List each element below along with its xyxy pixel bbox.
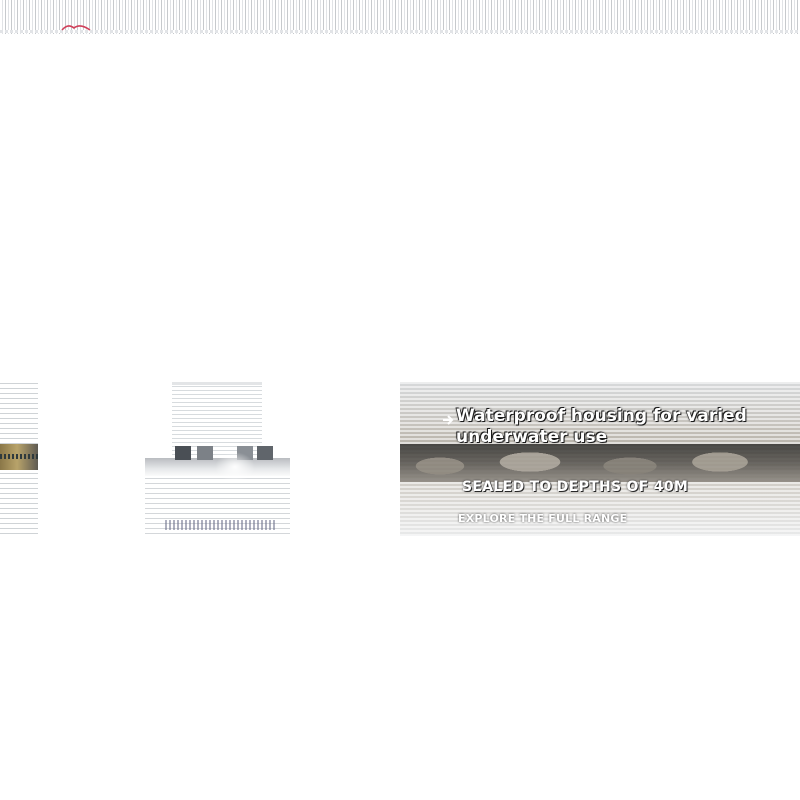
product-image[interactable] [145, 382, 290, 536]
banner-headline: Waterproof housing for varied underwater… [456, 406, 796, 448]
product-base [165, 520, 275, 530]
promo-band: Waterproof housing for varied underwater… [0, 382, 800, 536]
header-bar [0, 0, 800, 34]
thumbnail-detail [0, 444, 38, 470]
brand-logo-icon[interactable] [60, 22, 92, 32]
promo-banner[interactable]: Waterproof housing for varied underwater… [400, 382, 800, 536]
arrow-right-icon [443, 415, 454, 425]
thumbnail-image[interactable] [0, 382, 38, 536]
banner-headline-line2: underwater use [456, 427, 608, 447]
page: Waterproof housing for varied underwater… [0, 0, 800, 800]
header-divider [0, 30, 800, 33]
product-port [175, 446, 191, 460]
banner-subline: SEALED TO DEPTHS OF 40M [462, 479, 689, 495]
product-highlight [215, 452, 255, 482]
product-port [257, 446, 273, 460]
banner-headline-line1: Waterproof housing for varied [456, 406, 747, 426]
product-port [197, 446, 213, 460]
banner-background-image [400, 444, 800, 482]
banner-link[interactable]: EXPLORE THE FULL RANGE [458, 512, 788, 526]
